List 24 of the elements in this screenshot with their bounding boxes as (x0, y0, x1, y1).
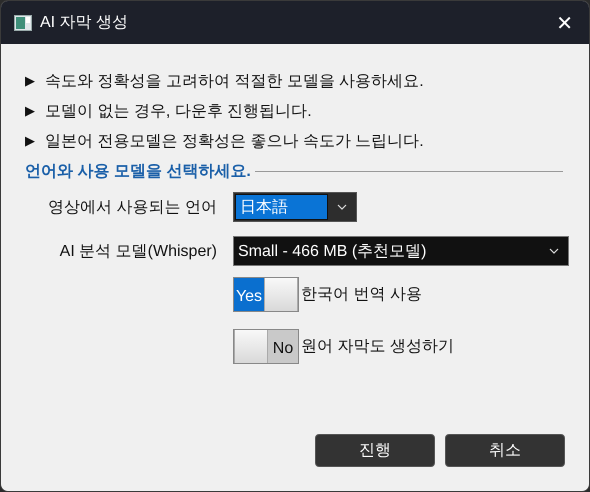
note-text: 일본어 전용모델은 정확성은 좋으나 속도가 느립니다. (45, 132, 424, 152)
bullet-marker: ▶ (25, 74, 35, 89)
close-button[interactable]: ✕ (550, 10, 579, 34)
note-text: 모델이 없는 경우, 다운후 진행됩니다. (45, 102, 312, 122)
toggle-switch[interactable]: Yes (233, 277, 299, 312)
field-label: AI 분석 모델(Whisper) (58, 242, 217, 262)
field-label: 영상에서 사용되는 언어 (47, 198, 217, 218)
window-title: AI 자막 생성 (40, 13, 128, 33)
chevron-icon (549, 248, 559, 254)
bullet-marker: ▶ (25, 134, 35, 149)
dialog-button[interactable]: 진행 (315, 434, 435, 467)
dialog-button[interactable]: 취소 (445, 434, 565, 467)
bullet-marker: ▶ (25, 104, 35, 119)
toggle-label: 한국어 번역 사용 (301, 285, 422, 305)
section-title: 언어와 사용 모델을 선택하세요. (25, 162, 251, 182)
dropdown-value: 日本語 (235, 194, 328, 220)
chevron-icon (337, 204, 347, 210)
dropdown-value: Small - 466 MB (추천모델) (237, 242, 428, 262)
toggle-label: 원어 자막도 생성하기 (301, 337, 454, 357)
dropdown[interactable]: Small - 466 MB (추천모델) (233, 236, 569, 266)
dropdown[interactable]: 日本語 (233, 192, 357, 222)
toggle-switch[interactable]: No (233, 329, 299, 364)
note-text: 속도와 정확성을 고려하여 적절한 모델을 사용하세요. (45, 72, 424, 92)
app-icon (14, 14, 32, 30)
